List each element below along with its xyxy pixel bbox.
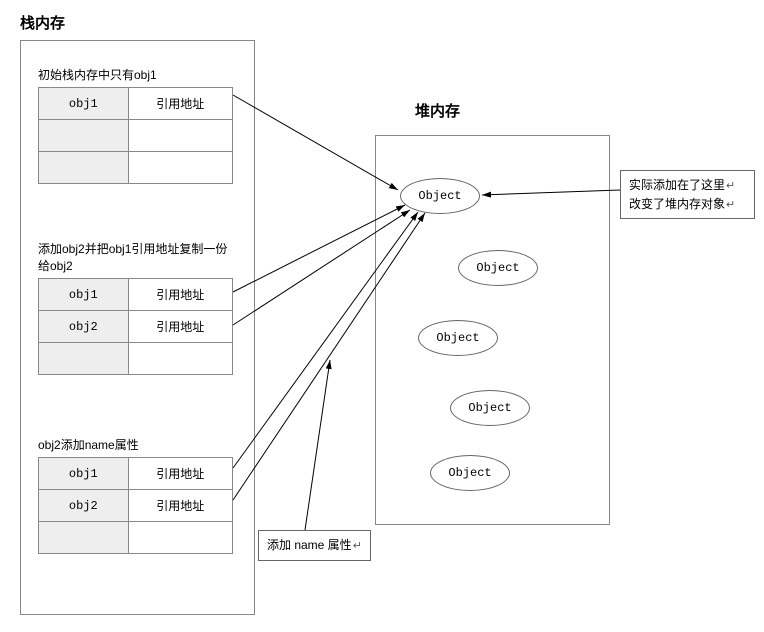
note-line-1: 实际添加在了这里 <box>629 178 735 192</box>
heap-object-3: Object <box>418 320 498 356</box>
table-row: obj2 引用地址 <box>39 490 233 522</box>
note-line-2: 改变了堆内存对象 <box>629 197 735 211</box>
var-cell: obj1 <box>39 458 129 490</box>
var-cell: obj1 <box>39 279 129 311</box>
heap-object-1: Object <box>400 178 480 214</box>
stack-table-1: obj1 引用地址 <box>38 87 233 184</box>
arrow-note-add <box>305 360 330 530</box>
stack-table-2: obj1 引用地址 obj2 引用地址 <box>38 278 233 375</box>
var-cell <box>39 152 129 184</box>
var-cell <box>39 120 129 152</box>
table-row: obj1 引用地址 <box>39 458 233 490</box>
arrow-obj1-1 <box>233 95 398 190</box>
stack-state-3: obj2添加name属性 obj1 引用地址 obj2 引用地址 <box>38 428 233 554</box>
val-cell: 引用地址 <box>128 490 232 522</box>
var-cell: obj1 <box>39 88 129 120</box>
var-cell <box>39 522 129 554</box>
val-cell <box>128 522 232 554</box>
table-row: obj2 引用地址 <box>39 311 233 343</box>
stack-state-2: 添加obj2并把obj1引用地址复制一份给obj2 obj1 引用地址 obj2… <box>38 232 233 375</box>
stack-state-1: 初始栈内存中只有obj1 obj1 引用地址 <box>38 58 233 184</box>
note-actual-added: 实际添加在了这里 改变了堆内存对象 <box>620 170 755 219</box>
var-cell <box>39 343 129 375</box>
table-row: obj1 引用地址 <box>39 88 233 120</box>
table-row <box>39 152 233 184</box>
var-cell: obj2 <box>39 490 129 522</box>
val-cell: 引用地址 <box>128 279 232 311</box>
table-row <box>39 120 233 152</box>
val-cell <box>128 152 232 184</box>
table-row: obj1 引用地址 <box>39 279 233 311</box>
heap-object-4: Object <box>450 390 530 426</box>
table-row <box>39 343 233 375</box>
val-cell <box>128 120 232 152</box>
stack-state-2-caption: 添加obj2并把obj1引用地址复制一份给obj2 <box>38 240 233 274</box>
note-add-name: 添加 name 属性 <box>258 530 371 561</box>
note-add-text: 添加 name 属性 <box>267 538 362 552</box>
stack-state-1-caption: 初始栈内存中只有obj1 <box>38 66 233 83</box>
val-cell: 引用地址 <box>128 458 232 490</box>
stack-memory-title: 栈内存 <box>20 12 65 33</box>
heap-object-5: Object <box>430 455 510 491</box>
var-cell: obj2 <box>39 311 129 343</box>
table-row <box>39 522 233 554</box>
stack-table-3: obj1 引用地址 obj2 引用地址 <box>38 457 233 554</box>
val-cell: 引用地址 <box>128 88 232 120</box>
val-cell: 引用地址 <box>128 311 232 343</box>
val-cell <box>128 343 232 375</box>
heap-object-2: Object <box>458 250 538 286</box>
stack-state-3-caption: obj2添加name属性 <box>38 436 233 453</box>
heap-memory-title: 堆内存 <box>415 100 460 121</box>
